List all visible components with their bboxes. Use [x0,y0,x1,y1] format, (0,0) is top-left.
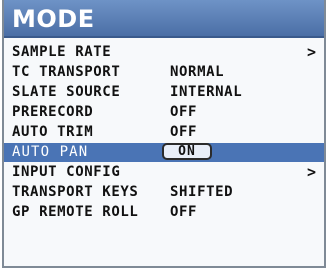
menu-item-input-config[interactable]: INPUT CONFIG > [4,163,324,182]
menu-item-value: OFF [170,124,198,140]
menu-item-value: SHIFTED [170,184,234,200]
menu-item-label: INPUT CONFIG [12,164,121,180]
mode-menu-list: SAMPLE RATE > TC TRANSPORT NORMAL SLATE … [4,43,324,223]
menu-item-prerecord[interactable]: PRERECORD OFF [4,103,324,122]
value-edit-badge[interactable]: ON [162,143,212,160]
menu-item-label: GP REMOTE ROLL [12,204,139,220]
menu-item-transport-keys[interactable]: TRANSPORT KEYS SHIFTED [4,183,324,202]
menu-item-label: PRERECORD [12,104,94,120]
menu-item-value: NORMAL [170,64,225,80]
mode-menu-screen: MODE SAMPLE RATE > TC TRANSPORT NORMAL S… [2,0,326,268]
menu-item-value: OFF [170,104,198,120]
page-title: MODE [12,5,95,33]
menu-item-label: TC TRANSPORT [12,64,121,80]
menu-item-value: OFF [170,204,198,220]
menu-item-label: SAMPLE RATE [12,44,112,60]
menu-item-label: TRANSPORT KEYS [12,184,139,200]
menu-item-label: SLATE SOURCE [12,84,121,100]
menu-item-tc-transport[interactable]: TC TRANSPORT NORMAL [4,63,324,82]
chevron-right-icon: > [306,43,316,61]
menu-item-slate-source[interactable]: SLATE SOURCE INTERNAL [4,83,324,102]
title-bar: MODE [4,0,324,38]
menu-item-sample-rate[interactable]: SAMPLE RATE > [4,43,324,62]
chevron-right-icon: > [306,163,316,181]
menu-item-gp-remote-roll[interactable]: GP REMOTE ROLL OFF [4,203,324,222]
menu-item-value: INTERNAL [170,84,243,100]
menu-item-label: AUTO TRIM [12,124,94,140]
menu-item-auto-pan[interactable]: AUTO PAN ON [4,143,324,162]
menu-item-auto-trim[interactable]: AUTO TRIM OFF [4,123,324,142]
menu-item-label: AUTO PAN [12,144,89,160]
